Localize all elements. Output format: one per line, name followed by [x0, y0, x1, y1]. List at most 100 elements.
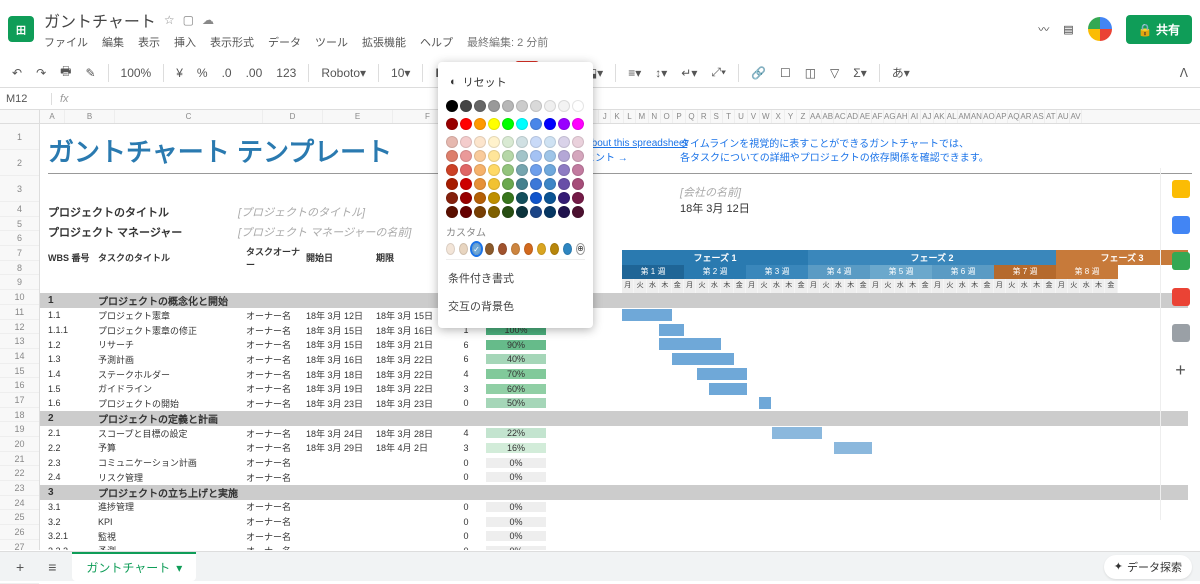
color-swatch[interactable]	[572, 178, 584, 190]
color-swatch[interactable]	[446, 136, 458, 148]
paint-button[interactable]: ✎	[81, 63, 99, 83]
chart-button[interactable]: ◫	[801, 63, 820, 83]
sheet-content[interactable]: ガントチャート テンプレート About this spreadsheet ヒン…	[40, 124, 1200, 242]
color-swatch[interactable]	[502, 150, 514, 162]
color-swatch[interactable]	[558, 178, 570, 190]
color-swatch[interactable]	[516, 136, 528, 148]
percent-button[interactable]: %	[193, 63, 212, 83]
pm-value[interactable]: [プロジェクト マネージャーの名前]	[238, 224, 411, 240]
color-swatch[interactable]	[572, 164, 584, 176]
table-row[interactable]: 2.2予算オーナー名18年 3月 29日18年 4月 2日316%	[40, 441, 600, 456]
color-swatch[interactable]	[572, 192, 584, 204]
color-swatch[interactable]	[516, 164, 528, 176]
table-row[interactable]: 1.2リサーチオーナー名18年 3月 15日18年 3月 21日690%	[40, 337, 600, 352]
menu-data[interactable]: データ	[268, 34, 301, 50]
color-swatch[interactable]	[488, 192, 500, 204]
color-swatch[interactable]	[530, 192, 542, 204]
history-icon[interactable]: 〰	[1038, 21, 1049, 37]
color-swatch[interactable]	[530, 118, 542, 130]
color-swatch[interactable]	[446, 100, 458, 112]
last-edit[interactable]: 最終編集: 2 分前	[467, 34, 548, 50]
color-swatch[interactable]	[474, 150, 486, 162]
color-swatch[interactable]	[558, 100, 570, 112]
custom-color-swatch[interactable]	[550, 243, 559, 255]
color-swatch[interactable]	[516, 150, 528, 162]
custom-color-swatch[interactable]	[524, 243, 533, 255]
custom-color-swatch[interactable]	[537, 243, 546, 255]
color-swatch[interactable]	[446, 206, 458, 218]
table-row[interactable]: 2.4リスク管理オーナー名00%	[40, 470, 600, 485]
table-row[interactable]: 1.3予測計画オーナー名18年 3月 16日18年 3月 22日640%	[40, 352, 600, 367]
custom-color-swatch[interactable]	[446, 243, 455, 255]
doc-title[interactable]: ガントチャート	[44, 8, 156, 32]
color-swatch[interactable]	[474, 100, 486, 112]
alternating-colors-button[interactable]: 交互の背景色	[446, 292, 585, 320]
table-row[interactable]: 3.2.1監視オーナー名00%	[40, 529, 600, 544]
table-row[interactable]: 3.2.2予測オーナー名00%	[40, 544, 600, 550]
color-swatch[interactable]	[530, 150, 542, 162]
color-swatch[interactable]	[488, 100, 500, 112]
color-swatch[interactable]	[502, 178, 514, 190]
menu-file[interactable]: ファイル	[44, 34, 88, 50]
rotate-button[interactable]: ⤢▾	[707, 62, 730, 83]
color-swatch[interactable]	[544, 178, 556, 190]
collapse-toolbar-button[interactable]: ᐱ	[1176, 63, 1192, 83]
color-swatch[interactable]	[460, 136, 472, 148]
color-swatch[interactable]	[460, 164, 472, 176]
halign-button[interactable]: ≡▾	[624, 63, 645, 83]
custom-color-swatch[interactable]	[498, 243, 507, 255]
color-swatch[interactable]	[572, 136, 584, 148]
color-swatch[interactable]	[544, 192, 556, 204]
comment-button[interactable]: ☐	[776, 63, 795, 83]
add-addon-button[interactable]: +	[1175, 360, 1186, 381]
color-swatch[interactable]	[474, 178, 486, 190]
table-row[interactable]: 1.6プロジェクトの開始オーナー名18年 3月 23日18年 3月 23日050…	[40, 396, 600, 411]
color-swatch[interactable]	[558, 150, 570, 162]
maps-icon[interactable]	[1172, 324, 1190, 342]
color-swatch[interactable]	[488, 164, 500, 176]
color-swatch[interactable]	[530, 164, 542, 176]
table-row[interactable]: 3.1進捗管理オーナー名00%	[40, 500, 600, 515]
color-swatch[interactable]	[502, 100, 514, 112]
color-swatch[interactable]	[516, 178, 528, 190]
color-swatch[interactable]	[530, 136, 542, 148]
contacts-icon[interactable]	[1172, 288, 1190, 306]
color-swatch[interactable]	[460, 206, 472, 218]
menu-tools[interactable]: ツール	[315, 34, 348, 50]
meet-icon[interactable]	[1088, 17, 1112, 41]
color-swatch[interactable]	[474, 192, 486, 204]
color-swatch[interactable]	[572, 118, 584, 130]
color-swatch[interactable]	[572, 100, 584, 112]
color-swatch[interactable]	[502, 192, 514, 204]
dec-inc-button[interactable]: .00	[242, 63, 267, 83]
color-swatch[interactable]	[502, 206, 514, 218]
add-sheet-button[interactable]: +	[8, 555, 32, 579]
menu-extensions[interactable]: 拡張機能	[362, 34, 406, 50]
conditional-format-button[interactable]: 条件付き書式	[446, 264, 585, 292]
table-row[interactable]: 3.2KPIオーナー名00%	[40, 514, 600, 529]
custom-color-swatch[interactable]	[563, 243, 572, 255]
color-swatch[interactable]	[572, 150, 584, 162]
color-swatch[interactable]	[530, 178, 542, 190]
keep-icon[interactable]	[1172, 216, 1190, 234]
comments-icon[interactable]: ▤	[1063, 23, 1073, 36]
folder-icon[interactable]: ▢	[183, 13, 194, 27]
color-swatch[interactable]	[502, 118, 514, 130]
color-swatch[interactable]	[460, 192, 472, 204]
color-swatch[interactable]	[460, 150, 472, 162]
print-button[interactable]: 🖶	[56, 59, 75, 86]
color-swatch[interactable]	[460, 100, 472, 112]
color-swatch[interactable]	[502, 136, 514, 148]
menu-insert[interactable]: 挿入	[174, 34, 196, 50]
menu-help[interactable]: ヘルプ	[420, 34, 453, 50]
color-swatch[interactable]	[558, 206, 570, 218]
color-swatch[interactable]	[446, 192, 458, 204]
wrap-button[interactable]: ↵▾	[677, 63, 701, 83]
color-swatch[interactable]	[474, 118, 486, 130]
color-swatch[interactable]	[488, 178, 500, 190]
custom-color-swatch[interactable]	[459, 243, 468, 255]
color-swatch[interactable]	[544, 118, 556, 130]
reset-color-button[interactable]: ◐ リセット	[446, 70, 585, 94]
all-sheets-button[interactable]: ≡	[40, 555, 64, 579]
color-swatch[interactable]	[530, 100, 542, 112]
